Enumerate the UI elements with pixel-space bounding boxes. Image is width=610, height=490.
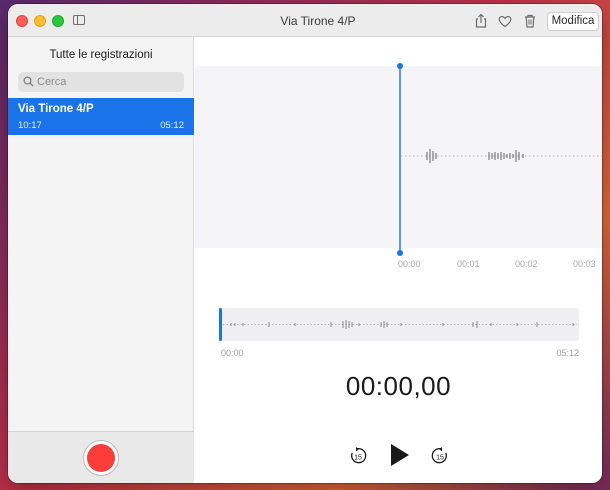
overview-scrubber[interactable] (219, 308, 579, 341)
minimize-button[interactable] (34, 15, 46, 27)
overview-waveform (219, 308, 577, 341)
trash-icon[interactable] (522, 13, 538, 29)
close-button[interactable] (16, 15, 28, 27)
playback-timer: 00:00,00 (345, 371, 452, 401)
sidebar-toggle-icon[interactable] (73, 15, 85, 25)
zoom-button[interactable] (52, 15, 64, 27)
recording-time: 10:17 (18, 120, 42, 131)
app-window: Via Tirone 4/P Modifica Tutte le registr… (8, 4, 602, 483)
title-bar: Via Tirone 4/P Modifica (8, 4, 602, 37)
skip-back-15-icon[interactable]: 15 (348, 446, 368, 466)
sidebar-footer (8, 431, 194, 483)
window-title: Via Tirone 4/P (280, 14, 356, 28)
tick-label: 00:01 (457, 259, 480, 269)
sidebar: Tutte le registrazioni Via Tirone 4/P 10… (8, 37, 194, 483)
tick-label: 00:02 (515, 259, 538, 269)
playhead[interactable] (195, 57, 602, 257)
overview-end-time: 05:12 (556, 348, 579, 358)
sidebar-title: Tutte le registrazioni (49, 49, 153, 61)
search-icon (23, 76, 34, 87)
share-icon[interactable] (473, 13, 489, 29)
main-panel: 00:00 00:01 00:02 00:03 00:00 05:12 00:0… (195, 37, 602, 483)
tick-label: 00:03 (573, 259, 596, 269)
skip-forward-seconds: 15 (436, 455, 444, 462)
edit-button[interactable]: Modifica (547, 12, 599, 31)
recording-item[interactable]: Via Tirone 4/P 10:17 05:12 (8, 98, 194, 135)
skip-forward-15-icon[interactable]: 15 (430, 446, 450, 466)
overview-start-time: 00:00 (221, 348, 244, 358)
recording-name: Via Tirone 4/P (18, 103, 94, 115)
play-icon[interactable] (387, 442, 411, 468)
recording-duration: 05:12 (160, 120, 184, 131)
skip-back-seconds: 15 (354, 455, 362, 462)
search-box[interactable] (18, 72, 184, 92)
tick-label: 00:00 (398, 259, 421, 269)
heart-icon[interactable] (497, 13, 513, 29)
record-button[interactable] (83, 440, 119, 476)
search-input[interactable] (37, 72, 177, 92)
